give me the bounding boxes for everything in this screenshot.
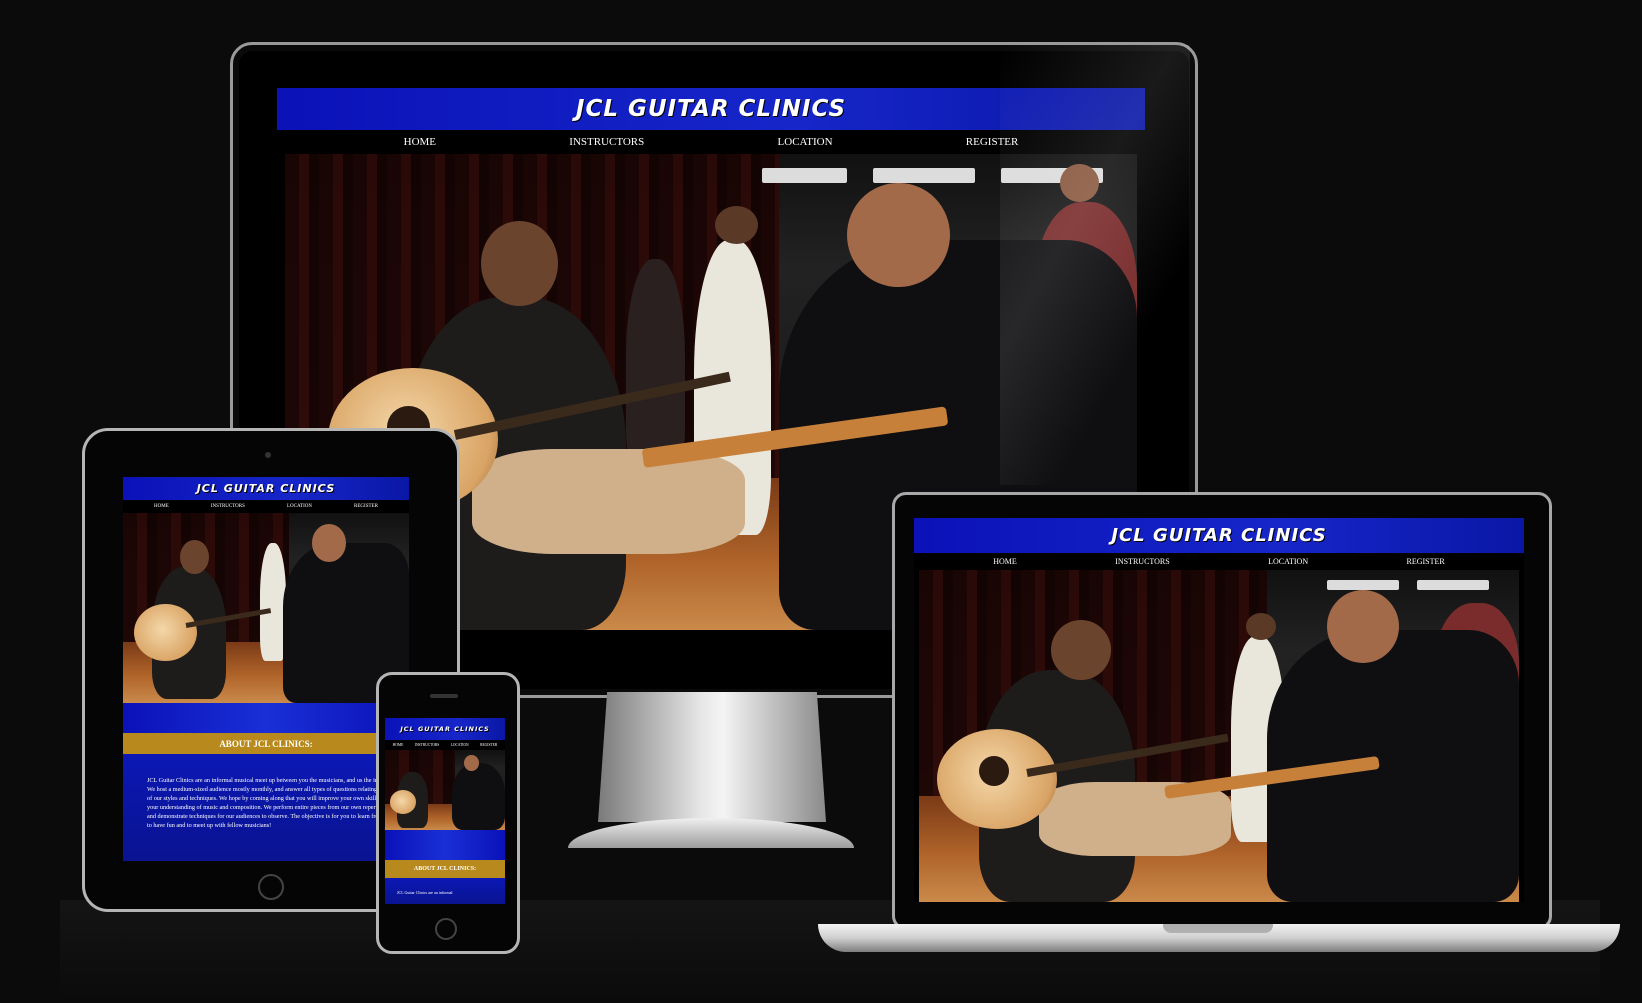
site-title[interactable]: JCL GUITAR CLINICS: [400, 725, 489, 733]
laptop-site: JCL GUITAR CLINICS HOME INSTRUCTORS LOCA…: [914, 518, 1524, 902]
nav-register[interactable]: REGISTER: [354, 504, 378, 509]
about-paragraph: JCL Guitar Clinics are an informal music…: [147, 777, 401, 829]
phone-home-button[interactable]: [435, 918, 457, 940]
nav-home[interactable]: HOME: [393, 743, 404, 747]
laptop-notch: [1163, 924, 1273, 933]
nav-instructors[interactable]: INSTRUCTORS: [1115, 557, 1170, 566]
nav-location[interactable]: LOCATION: [287, 504, 312, 509]
tablet-site: JCL GUITAR CLINICS HOME INSTRUCTORS LOCA…: [123, 477, 409, 861]
site-title[interactable]: JCL GUITAR CLINICS: [197, 482, 336, 495]
monitor-stand-foot: [568, 818, 854, 848]
nav-home[interactable]: HOME: [993, 557, 1017, 566]
hero-image: [385, 750, 505, 830]
site-header: JCL GUITAR CLINICS: [385, 718, 505, 740]
blue-divider: [385, 830, 505, 860]
about-heading: ABOUT JCL CLINICS:: [385, 860, 505, 878]
nav-instructors[interactable]: INSTRUCTORS: [569, 136, 644, 148]
main-nav: HOME INSTRUCTORS LOCATION REGISTER: [123, 500, 409, 513]
nav-instructors[interactable]: INSTRUCTORS: [415, 743, 440, 747]
site-title[interactable]: JCL GUITAR CLINICS: [576, 96, 846, 122]
nav-location[interactable]: LOCATION: [778, 136, 833, 148]
nav-location[interactable]: LOCATION: [1268, 557, 1308, 566]
main-nav: HOME INSTRUCTORS LOCATION REGISTER: [277, 130, 1145, 154]
site-header: JCL GUITAR CLINICS: [123, 477, 409, 500]
tablet-home-button[interactable]: [258, 874, 284, 900]
nav-location[interactable]: LOCATION: [451, 743, 469, 747]
tablet-camera: [265, 452, 271, 458]
main-nav: HOME INSTRUCTORS LOCATION REGISTER: [914, 553, 1524, 570]
nav-register[interactable]: REGISTER: [966, 136, 1019, 148]
site-header: JCL GUITAR CLINICS: [914, 518, 1524, 553]
site-title[interactable]: JCL GUITAR CLINICS: [1111, 525, 1326, 546]
about-text: JCL Guitar Clinics are an informal music…: [123, 754, 409, 861]
nav-register[interactable]: REGISTER: [480, 743, 497, 747]
blue-divider: [123, 703, 409, 733]
phone-site: JCL GUITAR CLINICS HOME INSTRUCTORS LOCA…: [385, 718, 505, 904]
nav-register[interactable]: REGISTER: [1407, 557, 1445, 566]
about-paragraph: JCL Guitar Clinics are an informal: [397, 890, 453, 895]
hero-image: [123, 513, 409, 703]
phone-speaker: [430, 694, 458, 698]
about-text: JCL Guitar Clinics are an informal: [385, 878, 505, 904]
hero-image: [919, 570, 1519, 902]
nav-instructors[interactable]: INSTRUCTORS: [211, 504, 245, 509]
about-heading: ABOUT JCL CLINICS:: [123, 733, 409, 754]
monitor-stand: [598, 692, 826, 822]
nav-home[interactable]: HOME: [154, 504, 169, 509]
main-nav: HOME INSTRUCTORS LOCATION REGISTER: [385, 740, 505, 750]
site-header: JCL GUITAR CLINICS: [277, 88, 1145, 130]
nav-home[interactable]: HOME: [404, 136, 436, 148]
